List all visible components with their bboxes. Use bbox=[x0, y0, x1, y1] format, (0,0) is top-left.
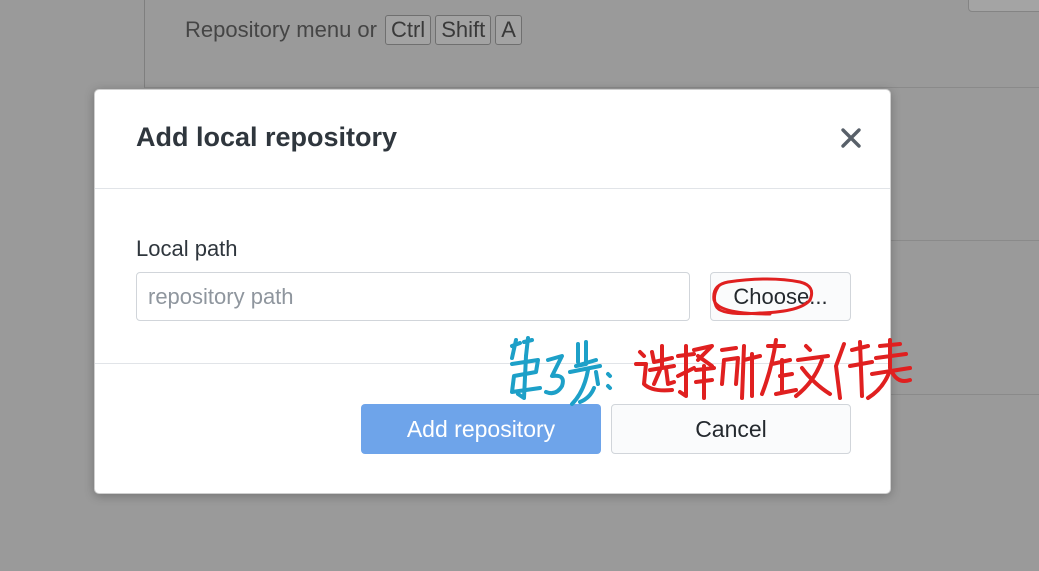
cancel-button[interactable]: Cancel bbox=[611, 404, 851, 454]
shortcut-hint: Repository menu or Ctrl Shift A bbox=[185, 14, 522, 46]
shortcut-hint-text: Repository menu or bbox=[185, 17, 377, 42]
dialog-header: Add local repository bbox=[95, 90, 890, 189]
local-path-input[interactable] bbox=[136, 272, 690, 321]
background-divider bbox=[890, 240, 1039, 241]
kbd-ctrl: Ctrl bbox=[384, 15, 432, 45]
dialog-title: Add local repository bbox=[136, 122, 398, 152]
kbd-shift: Shift bbox=[435, 15, 492, 45]
dialog-body: Local path Choose... bbox=[95, 189, 890, 364]
background-button bbox=[968, 0, 1039, 12]
kbd-a: A bbox=[495, 15, 522, 45]
close-button[interactable] bbox=[833, 120, 869, 156]
close-icon bbox=[841, 128, 861, 148]
local-path-label: Local path bbox=[136, 236, 238, 261]
add-local-repository-dialog: Add local repository Local path Choose..… bbox=[94, 89, 891, 494]
background-divider bbox=[890, 394, 1039, 395]
add-repository-button[interactable]: Add repository bbox=[361, 404, 601, 454]
choose-button[interactable]: Choose... bbox=[710, 272, 851, 321]
